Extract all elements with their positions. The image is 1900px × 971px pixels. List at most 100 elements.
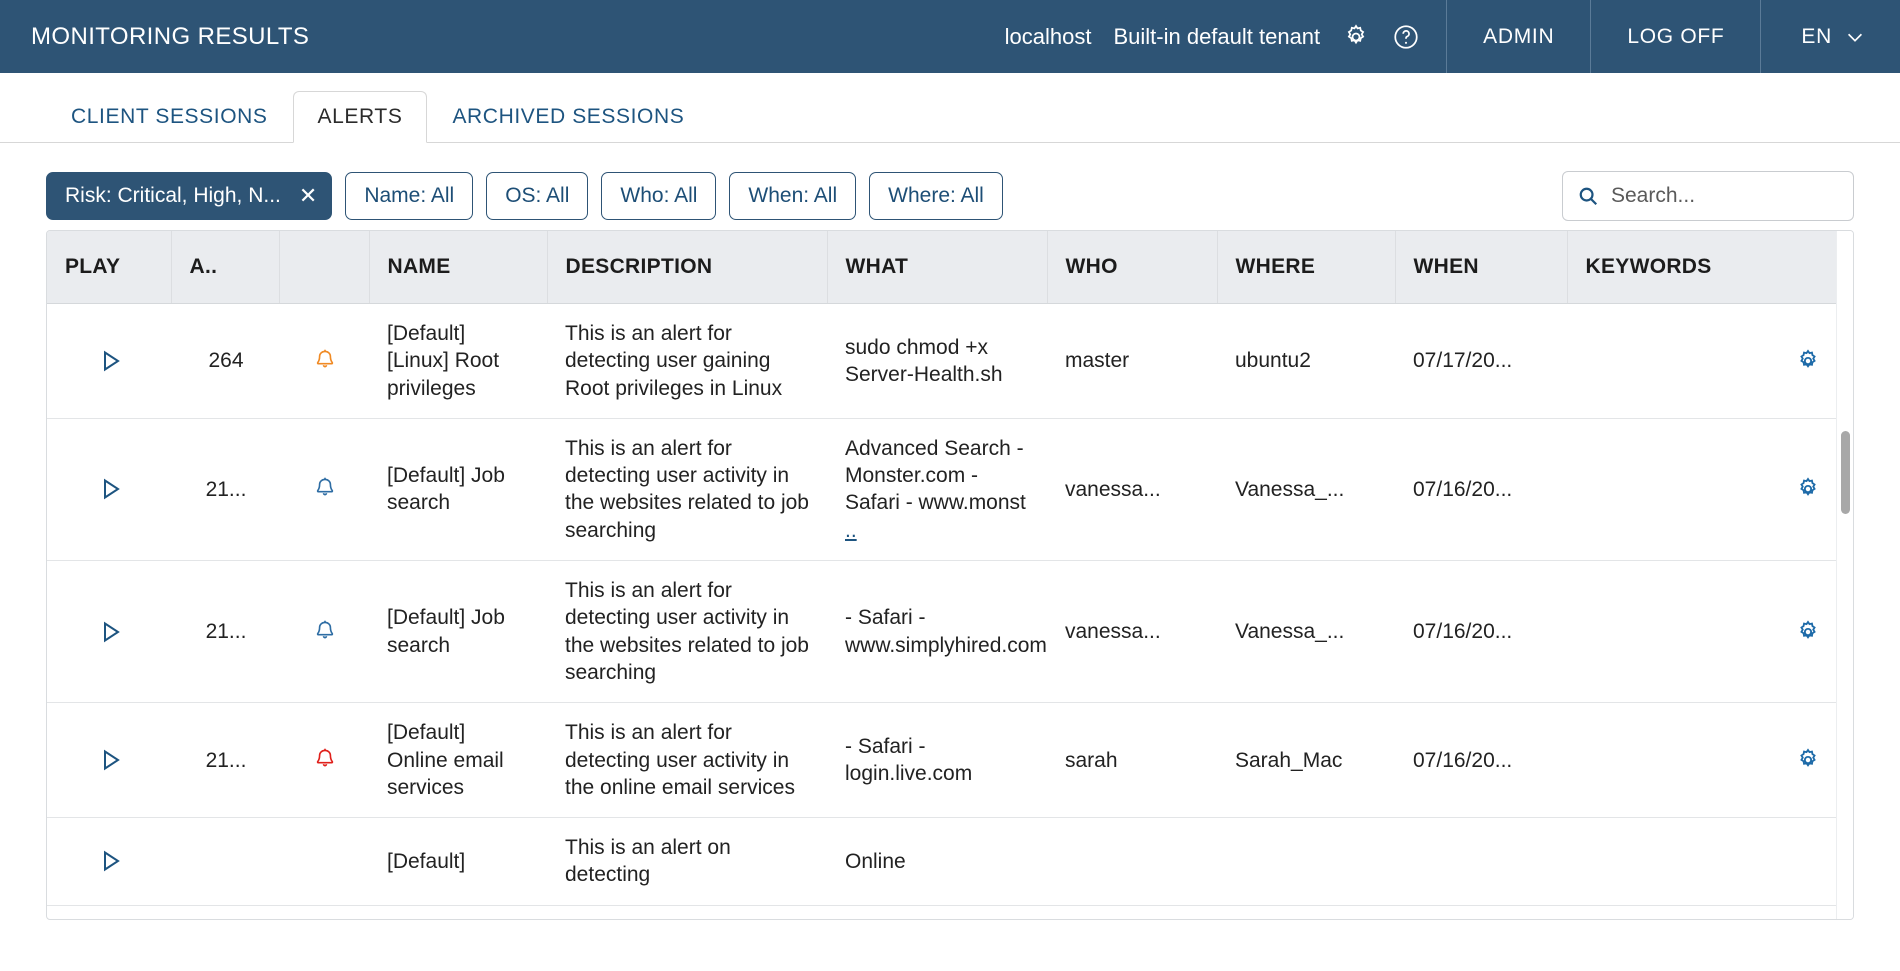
tenant-label: Built-in default tenant [1113, 24, 1320, 50]
bell-icon[interactable] [297, 347, 353, 375]
tab-alerts[interactable]: ALERTS [293, 91, 428, 143]
column-header-keywords[interactable]: KEYWORDS [1567, 231, 1837, 304]
host-label: localhost [1005, 24, 1092, 50]
row-settings-button[interactable] [1567, 561, 1837, 703]
bell-icon[interactable] [297, 618, 353, 646]
search-icon [1577, 185, 1599, 207]
play-button[interactable] [47, 703, 171, 818]
cell-where: Sarah_Mac [1217, 703, 1395, 818]
risk-bell[interactable] [279, 703, 369, 818]
cell-description: This is an alert on detecting [547, 818, 827, 906]
column-header-who[interactable]: WHO [1047, 231, 1217, 304]
play-button[interactable] [47, 561, 171, 703]
language-label: EN [1801, 25, 1832, 49]
column-header-a[interactable]: A.. [171, 231, 279, 304]
cell-name: [Default] [369, 818, 547, 906]
what-link[interactable]: .. [845, 519, 857, 542]
cell-when: 07/16/20... [1395, 418, 1567, 560]
cell-where: ubuntu2 [1217, 304, 1395, 419]
filter-chip-risk[interactable]: Risk: Critical, High, N... ✕ [46, 172, 332, 220]
cell-name: [Default] Online email services [369, 703, 547, 818]
alert-count: 21... [171, 418, 279, 560]
risk-bell[interactable] [279, 304, 369, 419]
table-row[interactable]: 21... [Default] Job searchThis is an aler… [47, 561, 1837, 703]
column-header-risk[interactable] [279, 231, 369, 304]
play-icon[interactable] [65, 346, 155, 376]
filter-chip-name[interactable]: Name: All [345, 172, 473, 220]
play-icon[interactable] [65, 846, 155, 876]
table-row[interactable]: 21... [Default] Job searchThis is an aler… [47, 418, 1837, 560]
header-spacer [309, 0, 978, 73]
cell-description: This is an alert for detecting user acti… [547, 418, 827, 560]
filter-chip-os[interactable]: OS: All [486, 172, 588, 220]
tab-client-sessions[interactable]: CLIENT SESSIONS [46, 91, 293, 143]
cell-description: This is an alert for detecting user acti… [547, 561, 827, 703]
alert-count: 264 [171, 304, 279, 419]
help-circle-icon[interactable] [1392, 23, 1420, 51]
alert-count: 21... [171, 703, 279, 818]
column-header-what[interactable]: WHAT [827, 231, 1047, 304]
column-header-where[interactable]: WHERE [1217, 231, 1395, 304]
cell-name: [Default] Job search [369, 561, 547, 703]
filter-chip-where[interactable]: Where: All [869, 172, 1003, 220]
column-header-name[interactable]: NAME [369, 231, 547, 304]
cell-what: Online [827, 818, 1047, 906]
play-icon[interactable] [65, 617, 155, 647]
filter-chip-when[interactable]: When: All [729, 172, 856, 220]
column-header-play[interactable]: PLAY [47, 231, 171, 304]
risk-bell[interactable] [279, 418, 369, 560]
log-off-button[interactable]: LOG OFF [1590, 0, 1760, 73]
cell-when: 07/17/20... [1395, 304, 1567, 419]
cell-what: sudo chmod +x Server-Health.sh [827, 304, 1047, 419]
cell-description: This is an alert for detecting user acti… [547, 703, 827, 818]
tab-archived-sessions[interactable]: ARCHIVED SESSIONS [427, 91, 709, 143]
search-input[interactable] [1611, 184, 1839, 208]
cell-when: 07/16/20... [1395, 561, 1567, 703]
play-button[interactable] [47, 304, 171, 419]
cell-description: This is an alert for detecting user gain… [547, 304, 827, 419]
language-selector[interactable]: EN [1760, 0, 1900, 73]
play-button[interactable] [47, 818, 171, 906]
play-icon[interactable] [65, 474, 155, 504]
row-settings-button[interactable] [1567, 418, 1837, 560]
column-header-description[interactable]: DESCRIPTION [547, 231, 827, 304]
search-box[interactable] [1562, 171, 1854, 221]
filter-bar: Risk: Critical, High, N... ✕ Name: All O… [0, 143, 1900, 221]
table-row[interactable]: 21... [Default] Online email servicesThis… [47, 703, 1837, 818]
table-header-row: PLAY A.. NAME DESCRIPTION WHAT WHO WHERE… [47, 231, 1837, 304]
gear-icon[interactable] [1342, 23, 1370, 51]
page-title: MONITORING RESULTS [0, 0, 309, 73]
row-settings-button[interactable] [1567, 818, 1837, 906]
cell-who: sarah [1047, 703, 1217, 818]
alert-count [171, 818, 279, 906]
play-button[interactable] [47, 418, 171, 560]
cell-what: - Safari - www.simplyhired.com [827, 561, 1047, 703]
cell-name: [Default] [Linux] Root privileges [369, 304, 547, 419]
cell-what: - Safari - login.live.com [827, 703, 1047, 818]
table-row[interactable]: [Default]This is an alert on detectingOn… [47, 818, 1837, 906]
bell-icon[interactable] [297, 475, 353, 503]
header-context-group: localhost Built-in default tenant [979, 0, 1447, 73]
row-settings-button[interactable] [1567, 703, 1837, 818]
vertical-scrollbar[interactable] [1836, 231, 1853, 919]
play-icon[interactable] [65, 745, 155, 775]
risk-bell[interactable] [279, 561, 369, 703]
table-row[interactable]: 264 [Default] [Linux] Root privilegesThis… [47, 304, 1837, 419]
chevron-down-icon [1844, 26, 1866, 48]
column-header-when[interactable]: WHEN [1395, 231, 1567, 304]
cell-who [1047, 818, 1217, 906]
cell-who: master [1047, 304, 1217, 419]
scrollbar-thumb[interactable] [1841, 431, 1850, 514]
cell-who: vanessa... [1047, 418, 1217, 560]
filter-chip-risk-label: Risk: Critical, High, N... [65, 184, 281, 208]
admin-menu[interactable]: ADMIN [1446, 0, 1590, 73]
risk-bell[interactable] [279, 818, 369, 906]
alert-count: 21... [171, 561, 279, 703]
cell-what: Advanced Search - Monster.com - Safari -… [827, 418, 1047, 560]
row-settings-button[interactable] [1567, 304, 1837, 419]
filter-chip-who[interactable]: Who: All [601, 172, 716, 220]
bell-icon[interactable] [297, 746, 353, 774]
cell-who: vanessa... [1047, 561, 1217, 703]
cell-name: [Default] Job search [369, 418, 547, 560]
close-icon[interactable]: ✕ [299, 185, 317, 207]
